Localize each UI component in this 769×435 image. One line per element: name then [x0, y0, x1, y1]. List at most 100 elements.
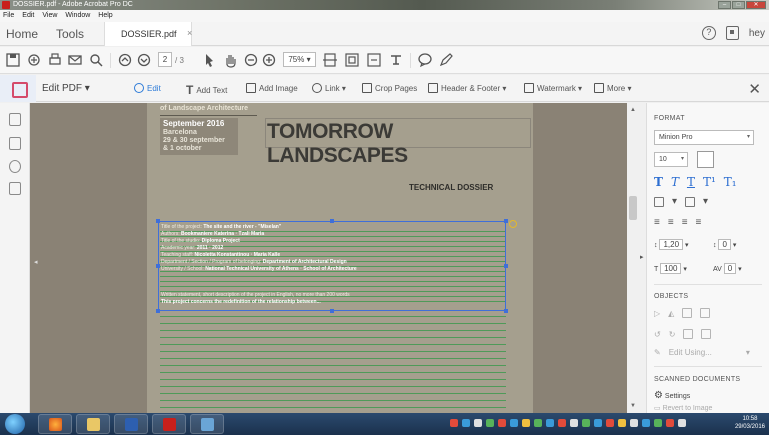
taskbar-acrobat[interactable]	[152, 414, 186, 434]
page-thumbnails-icon[interactable]	[9, 113, 21, 126]
tray-icon[interactable]	[498, 419, 506, 427]
select-tool-icon[interactable]	[203, 52, 215, 68]
user-name[interactable]: hey	[749, 28, 765, 39]
resize-handle[interactable]	[504, 219, 508, 223]
help-icon[interactable]: ?	[701, 26, 716, 40]
resize-handle[interactable]	[504, 309, 508, 313]
tab-home[interactable]: Home	[6, 27, 38, 41]
more-button[interactable]: More ▾	[594, 83, 631, 93]
tray-icon[interactable]	[618, 419, 626, 427]
align-left-icon[interactable]: ≡	[654, 217, 660, 228]
edit-pdf-menu[interactable]: Edit PDF ▾	[42, 83, 90, 94]
close-tab-icon[interactable]: ×	[187, 28, 192, 38]
edit-pdf-tool-icon[interactable]	[0, 75, 36, 102]
menu-window[interactable]: Window	[65, 10, 90, 22]
chevron-down-icon[interactable]: ▾	[672, 196, 677, 207]
start-button[interactable]	[5, 414, 25, 434]
fit-page-icon[interactable]	[322, 52, 338, 68]
expand-left-panel-icon[interactable]: ◂	[34, 258, 38, 266]
close-window-button[interactable]: ✕	[746, 1, 766, 9]
layers-icon[interactable]	[9, 182, 21, 195]
crop-pages-button[interactable]: Crop Pages	[362, 83, 417, 93]
tray-icon[interactable]	[510, 419, 518, 427]
tray-icon[interactable]	[486, 419, 494, 427]
vertical-scrollbar[interactable]: ▲ ▼	[627, 103, 639, 413]
taskbar-explorer[interactable]	[76, 414, 110, 434]
mobile-link-icon[interactable]	[725, 26, 739, 40]
maximize-button[interactable]: □	[732, 1, 745, 9]
scroll-up-icon[interactable]: ▲	[630, 107, 636, 113]
rotate-handle[interactable]	[509, 220, 517, 228]
tray-icon[interactable]	[522, 419, 530, 427]
pdf-page[interactable]: of Landscape Architecture September 2016…	[147, 103, 533, 413]
resize-handle[interactable]	[156, 219, 160, 223]
paragraph-spacing-control[interactable]: ↕ 0 ▾	[713, 238, 736, 251]
align-right-icon[interactable]: ≡	[682, 217, 688, 228]
save-icon[interactable]	[6, 52, 20, 68]
bullet-list-icon[interactable]	[654, 196, 664, 207]
edit-button[interactable]: Edit	[134, 83, 161, 93]
email-icon[interactable]	[68, 52, 82, 68]
tray-icon[interactable]	[546, 419, 554, 427]
scroll-down-icon[interactable]: ▼	[630, 403, 636, 409]
resize-handle[interactable]	[156, 309, 160, 313]
document-viewport[interactable]: ◂ of Landscape Architecture September 20…	[30, 103, 627, 413]
tray-icon[interactable]	[654, 419, 662, 427]
tray-icon[interactable]	[450, 419, 458, 427]
pen-icon[interactable]	[438, 52, 454, 68]
tray-icon[interactable]	[534, 419, 542, 427]
menu-view[interactable]: View	[42, 10, 57, 22]
italic-icon[interactable]: T	[671, 175, 679, 189]
zoom-in-icon[interactable]	[262, 52, 276, 68]
tray-icon[interactable]	[558, 419, 566, 427]
tray-icon[interactable]	[666, 419, 674, 427]
menu-file[interactable]: File	[3, 10, 14, 22]
menu-help[interactable]: Help	[98, 10, 112, 22]
tray-icon[interactable]	[570, 419, 578, 427]
tray-icon[interactable]	[630, 419, 638, 427]
watermark-button[interactable]: Watermark ▾	[524, 83, 582, 93]
taskbar-pictures[interactable]	[190, 414, 224, 434]
menu-edit[interactable]: Edit	[22, 10, 34, 22]
font-color-swatch[interactable]	[697, 151, 714, 168]
close-edit-tool-icon[interactable]: ✕	[748, 80, 761, 98]
print-icon[interactable]	[48, 52, 62, 68]
tray-icon[interactable]	[678, 419, 686, 427]
share-icon[interactable]	[27, 52, 41, 68]
taskbar-word[interactable]	[114, 414, 148, 434]
tab-document[interactable]: DOSSIER.pdf ×	[104, 22, 192, 46]
attachments-icon[interactable]	[9, 160, 21, 173]
collapse-right-panel-icon[interactable]: ▸	[640, 253, 644, 261]
tray-icon[interactable]	[594, 419, 602, 427]
minimize-button[interactable]: –	[718, 1, 731, 9]
zoom-select[interactable]: 75% ▾	[283, 52, 316, 67]
page-display-icon[interactable]	[344, 52, 360, 68]
character-spacing-control[interactable]: AV 0 ▾	[713, 262, 742, 275]
settings-button[interactable]: ⚙ Settings	[654, 390, 690, 401]
resize-handle[interactable]	[504, 264, 508, 268]
align-center-icon[interactable]: ≡	[668, 217, 674, 228]
tray-icon[interactable]	[642, 419, 650, 427]
page-number-input[interactable]: 2	[158, 52, 172, 67]
scrollbar-thumb[interactable]	[629, 196, 637, 220]
resize-handle[interactable]	[330, 219, 334, 223]
page-up-icon[interactable]	[118, 52, 132, 68]
tray-icon[interactable]	[606, 419, 614, 427]
comment-icon[interactable]	[417, 52, 433, 68]
horizontal-scale-control[interactable]: T 100 ▾	[654, 262, 687, 275]
zoom-out-icon[interactable]	[244, 52, 258, 68]
hand-tool-icon[interactable]	[223, 52, 237, 68]
underline-icon[interactable]: T	[687, 175, 695, 189]
taskbar-firefox[interactable]	[38, 414, 72, 434]
search-icon[interactable]	[89, 52, 103, 68]
font-size-select[interactable]: 10 ▾	[654, 152, 688, 167]
font-family-select[interactable]: Minion Pro ▾	[654, 130, 754, 145]
chevron-down-icon[interactable]: ▾	[703, 196, 708, 207]
justify-icon[interactable]: ≡	[696, 217, 702, 228]
resize-handle[interactable]	[330, 309, 334, 313]
subscript-icon[interactable]: T₁	[724, 175, 737, 189]
numbered-list-icon[interactable]	[685, 196, 696, 207]
resize-handle[interactable]	[156, 264, 160, 268]
tray-icon[interactable]	[582, 419, 590, 427]
bold-icon[interactable]: T	[654, 175, 663, 189]
